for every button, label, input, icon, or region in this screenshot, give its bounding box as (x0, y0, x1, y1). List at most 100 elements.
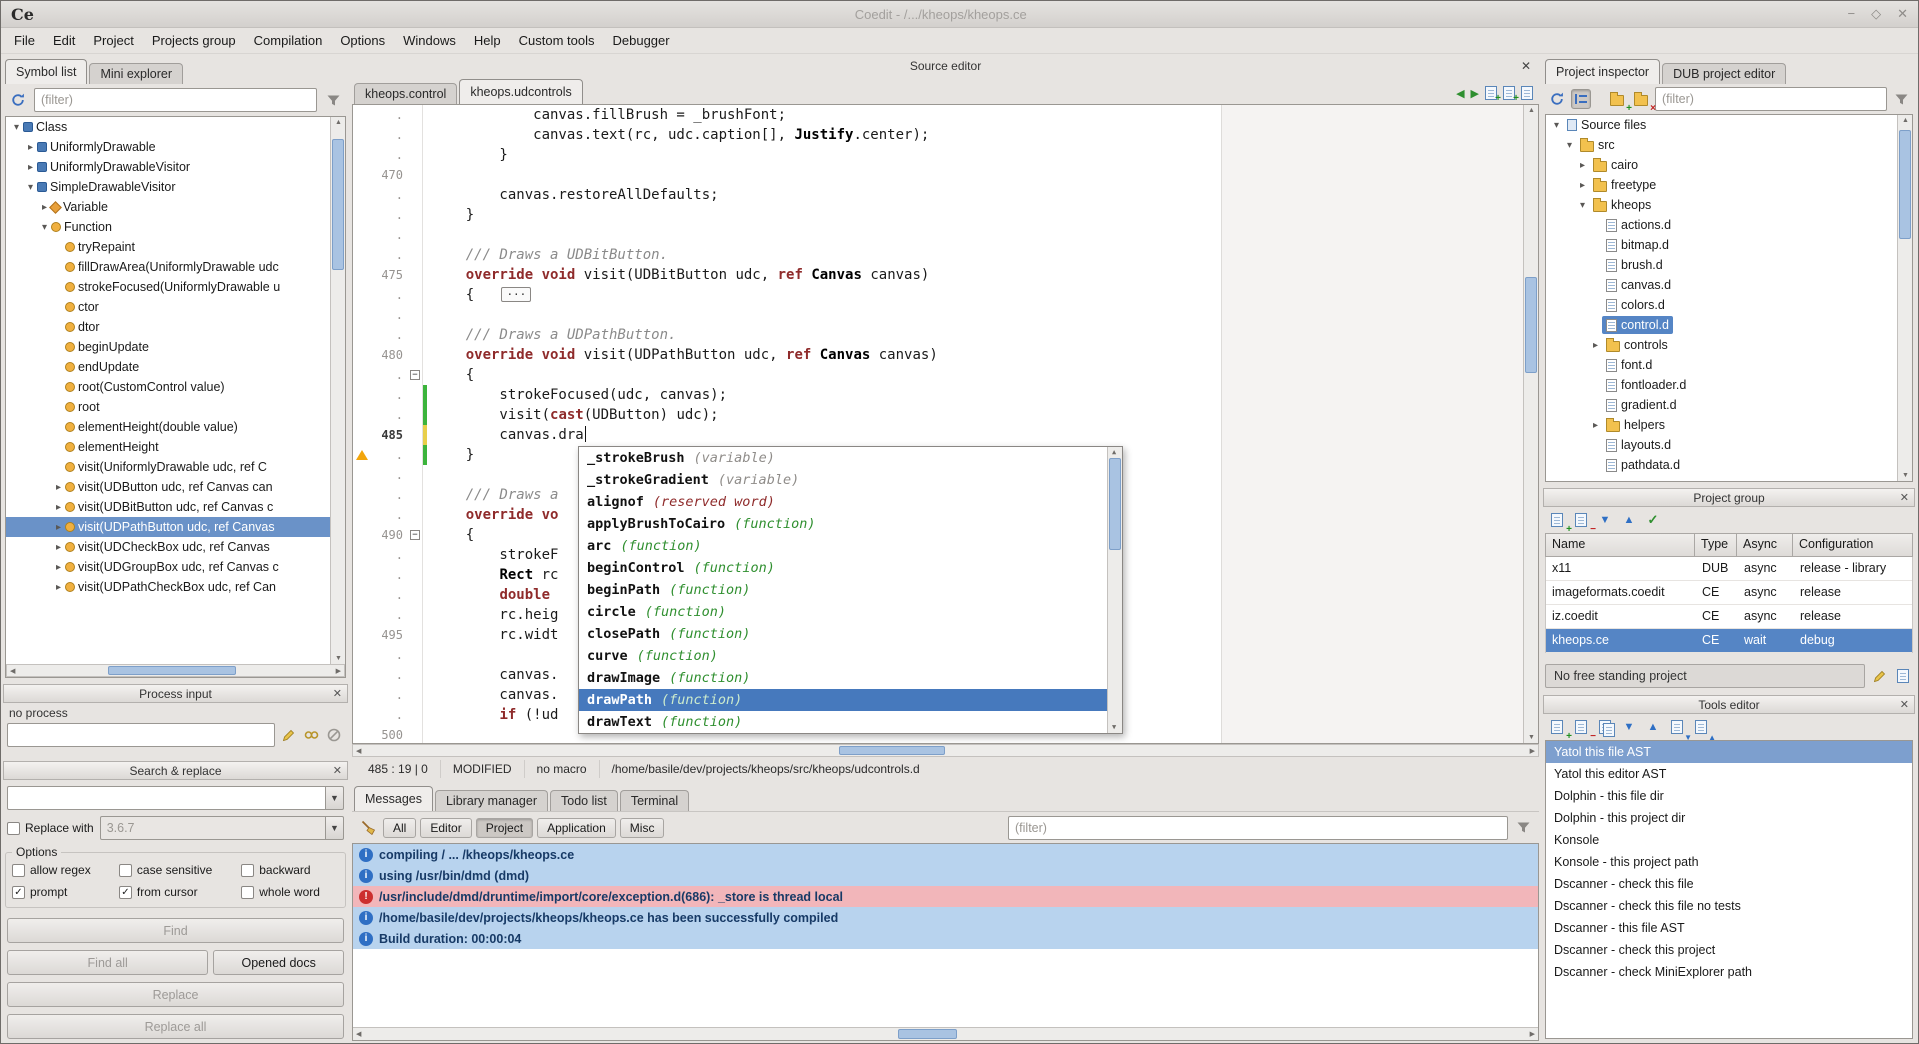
replace-dropdown-icon[interactable]: ▼ (326, 816, 344, 840)
file-chip[interactable]: font.d (1602, 356, 1656, 374)
menu-item-help[interactable]: Help (465, 30, 510, 51)
symbol-tree-item[interactable]: ▸visit(UDPathCheckBox udc, ref Can (6, 577, 330, 597)
editor-tab-kheops-udcontrols[interactable]: kheops.udcontrols (459, 79, 582, 104)
checkbox-box[interactable] (7, 822, 20, 835)
project-file-item[interactable]: ▸helpers (1546, 415, 1897, 435)
remove-tool-icon[interactable]: − (1571, 717, 1591, 737)
editor-line[interactable]: . canvas.restoreAllDefaults; (353, 185, 1523, 205)
close-window-icon[interactable]: ✕ (1897, 6, 1908, 22)
scroll-down-icon[interactable]: ▼ (1528, 734, 1535, 741)
symbol-tree-item[interactable]: ▸UniformlyDrawableVisitor (6, 157, 330, 177)
scroll-left-icon[interactable]: ◀ (10, 668, 15, 675)
project-row[interactable]: iz.coeditCEasyncrelease (1545, 605, 1913, 629)
edit-free-standing-icon[interactable] (1869, 666, 1889, 686)
menu-item-compilation[interactable]: Compilation (245, 30, 332, 51)
symbol-filter-funnel-icon[interactable] (321, 88, 345, 112)
expander-icon[interactable]: ▸ (52, 482, 65, 493)
pin-process-icon[interactable] (301, 725, 321, 745)
move-project-down-icon[interactable]: ▼ (1595, 510, 1615, 530)
tool-item-yatol-this-editor-ast[interactable]: Yatol this editor AST (1546, 763, 1912, 785)
expander-icon[interactable]: ▸ (52, 542, 65, 553)
scrollbar-thumb[interactable] (839, 746, 946, 755)
close-project-group-icon[interactable]: ✕ (1900, 491, 1909, 504)
menu-item-custom-tools[interactable]: Custom tools (510, 30, 604, 51)
tab-mini-explorer[interactable]: Mini explorer (89, 63, 183, 84)
file-chip[interactable]: helpers (1602, 416, 1669, 434)
file-chip[interactable]: gradient.d (1602, 396, 1681, 414)
file-chip[interactable]: colors.d (1602, 296, 1669, 314)
file-chip[interactable]: control.d (1602, 316, 1673, 334)
project-file-item[interactable]: pathdata.d (1546, 455, 1897, 475)
project-file-item[interactable]: gradient.d (1546, 395, 1897, 415)
checkbox-box[interactable] (12, 864, 25, 877)
symbol-tree-item[interactable]: elementHeight (6, 437, 330, 457)
file-chip[interactable]: freetype (1589, 176, 1660, 194)
scroll-right-icon[interactable]: ▶ (336, 668, 341, 675)
symbol-tree-item[interactable]: ▾SimpleDrawableVisitor (6, 177, 330, 197)
editor-line[interactable]: . canvas.fillBrush = _brushFont; (353, 105, 1523, 125)
completion-item[interactable]: drawText(function) (579, 711, 1107, 733)
message-row[interactable]: iusing /usr/bin/dmd (dmd) (353, 865, 1538, 886)
expander-icon[interactable]: ▾ (38, 222, 51, 233)
export-tools-icon[interactable]: ▲ (1691, 717, 1711, 737)
completion-item[interactable]: closePath(function) (579, 623, 1107, 645)
move-tool-down-icon[interactable]: ▼ (1619, 717, 1639, 737)
message-row[interactable]: icompiling / ... /kheops/kheops.ce (353, 844, 1538, 865)
tool-item-dscanner-check-this-project[interactable]: Dscanner - check this project (1546, 939, 1912, 961)
tab-symbol-list[interactable]: Symbol list (5, 59, 87, 84)
symbol-tree-item[interactable]: ▸visit(UDGroupBox udc, ref Canvas c (6, 557, 330, 577)
scroll-down-icon[interactable]: ▼ (1112, 724, 1116, 731)
fold-column[interactable]: − (409, 525, 423, 545)
menu-item-debugger[interactable]: Debugger (604, 30, 679, 51)
project-file-item[interactable]: ▸controls (1546, 335, 1897, 355)
opened-docs-button[interactable]: Opened docs (213, 950, 344, 975)
symbol-tree-item[interactable]: ▸visit(UDBitButton udc, ref Canvas c (6, 497, 330, 517)
scroll-up-icon[interactable]: ▲ (335, 119, 342, 126)
remove-folder-icon[interactable]: × (1631, 89, 1651, 109)
column-header-type[interactable]: Type (1695, 533, 1737, 557)
tool-item-konsole-this-project-path[interactable]: Konsole - this project path (1546, 851, 1912, 873)
expander-icon[interactable]: ▸ (52, 502, 65, 513)
tool-item-dolphin-this-file-dir[interactable]: Dolphin - this file dir (1546, 785, 1912, 807)
completion-item[interactable]: drawPath(function) (579, 689, 1107, 711)
refresh-project-icon[interactable] (1547, 89, 1567, 109)
column-header-async[interactable]: Async (1737, 533, 1793, 557)
completion-item[interactable]: curve(function) (579, 645, 1107, 667)
symbol-tree-item[interactable]: tryRepaint (6, 237, 330, 257)
symbol-tree-item[interactable]: fillDrawArea(UniformlyDrawable udc (6, 257, 330, 277)
detach-editor-icon[interactable] (1521, 86, 1533, 100)
scroll-up-icon[interactable]: ▲ (1902, 117, 1909, 124)
collapse-tree-icon[interactable] (1571, 89, 1591, 109)
minimize-icon[interactable]: − (1848, 6, 1856, 22)
file-chip[interactable]: pathdata.d (1602, 456, 1684, 474)
search-option-allow-regex[interactable]: allow regex (12, 863, 115, 877)
expander-icon[interactable]: ▸ (24, 162, 37, 173)
file-chip[interactable]: fontloader.d (1602, 376, 1690, 394)
filter-button-application[interactable]: Application (537, 818, 616, 838)
file-chip[interactable]: src (1576, 136, 1619, 154)
symbol-tree-item[interactable]: ▸Variable (6, 197, 330, 217)
replace-input[interactable] (100, 816, 326, 840)
checkbox-box[interactable]: ✓ (119, 886, 132, 899)
tool-item-dscanner-check-this-file[interactable]: Dscanner - check this file (1546, 873, 1912, 895)
tool-item-dscanner-check-this-file-no-tests[interactable]: Dscanner - check this file no tests (1546, 895, 1912, 917)
editor-tab-kheops-control[interactable]: kheops.control (354, 83, 457, 104)
project-row[interactable]: imageformats.coeditCEasyncrelease (1545, 581, 1913, 605)
editor-vscrollbar[interactable]: ▲ ▼ (1523, 105, 1538, 743)
project-file-item[interactable]: colors.d (1546, 295, 1897, 315)
symbol-tree-item[interactable]: root(CustomControl value) (6, 377, 330, 397)
editor-line[interactable]: 485 canvas.dra (353, 425, 1523, 445)
search-option-whole-word[interactable]: whole word (241, 885, 339, 899)
project-file-item[interactable]: ▸freetype (1546, 175, 1897, 195)
project-filter-input[interactable] (1655, 87, 1887, 111)
symbol-tree-item[interactable]: ▸visit(UDPathButton udc, ref Canvas (6, 517, 330, 537)
refresh-symbols-icon[interactable] (6, 88, 30, 112)
fold-column[interactable]: − (409, 365, 423, 385)
symbol-tree-item[interactable]: visit(UniformlyDrawable udc, ref C (6, 457, 330, 477)
clear-messages-icon[interactable] (358, 818, 378, 838)
editor-line[interactable]: . } (353, 145, 1523, 165)
editor-line[interactable]: . { ··· (353, 285, 1523, 305)
editor-line[interactable]: . /// Draws a UDBitButton. (353, 245, 1523, 265)
file-chip[interactable]: layouts.d (1602, 436, 1675, 454)
scroll-down-icon[interactable]: ▼ (335, 655, 342, 662)
